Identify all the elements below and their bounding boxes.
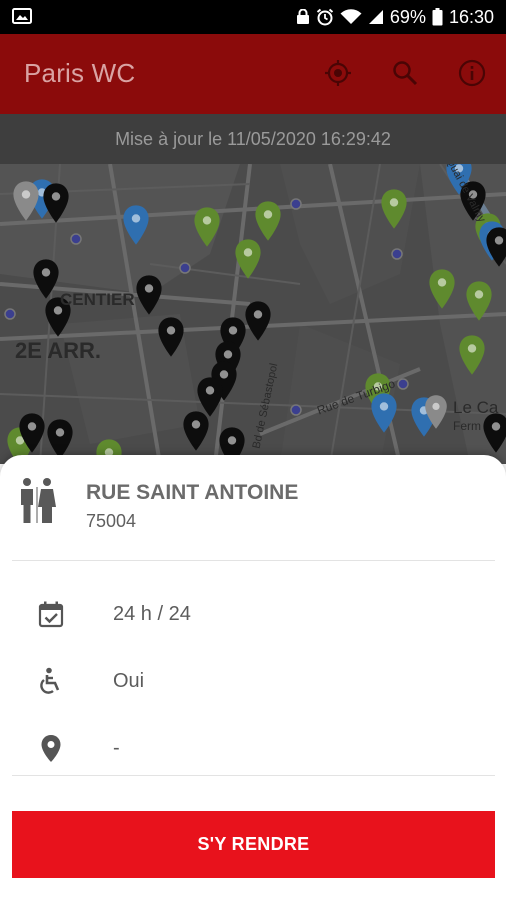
location-row: - (0, 727, 506, 767)
wc-icon (18, 477, 56, 525)
lock-icon (296, 9, 310, 25)
accessible-icon (36, 666, 66, 696)
accessibility-value: Oui (113, 670, 145, 692)
toilet-details-sheet: RUE SAINT ANTOINE 75004 24 h / 24 Oui - … (0, 455, 506, 900)
alarm-icon (316, 8, 334, 26)
place-icon (36, 733, 66, 763)
wifi-icon (340, 9, 362, 25)
calendar-check-icon (36, 599, 66, 629)
gallery-notification-icon (12, 8, 32, 24)
opening-hours-value: 24 h / 24 (113, 603, 191, 625)
map-canvas[interactable] (0, 164, 506, 464)
accessibility-row: Oui (0, 660, 506, 700)
signal-icon (368, 9, 384, 25)
map-view[interactable]: CENTIER 2E ARR. Rue de Turbigo Bd de Séb… (0, 164, 506, 464)
map-label-le-ca: Le Ca (453, 398, 499, 417)
place-zip-code: 75004 (86, 511, 137, 531)
go-there-button[interactable]: S'Y RENDRE (12, 811, 495, 878)
opening-hours-row: 24 h / 24 (0, 593, 506, 633)
divider (12, 560, 495, 561)
search-icon[interactable] (390, 58, 420, 88)
status-indicators: 69% 16:30 (296, 0, 494, 34)
place-title: RUE SAINT ANTOINE (86, 481, 299, 504)
divider (12, 775, 495, 776)
update-banner: Mise à jour le 11/05/2020 16:29:42 (0, 114, 506, 164)
info-icon[interactable] (457, 58, 487, 88)
map-label-arrondissement: 2E ARR. (15, 338, 101, 363)
map-label-centier: CENTIER (60, 290, 135, 309)
app-title: Paris WC (24, 58, 136, 88)
app-bar: Paris WC (0, 34, 506, 114)
clock-time: 16:30 (448, 6, 494, 27)
my-location-icon[interactable] (323, 58, 353, 88)
map-label-ferm: Ferm (453, 419, 481, 433)
battery-percent: 69% (389, 6, 426, 27)
location-value: - (113, 737, 120, 759)
status-bar: 69% 16:30 (0, 0, 506, 34)
battery-icon (432, 8, 443, 26)
